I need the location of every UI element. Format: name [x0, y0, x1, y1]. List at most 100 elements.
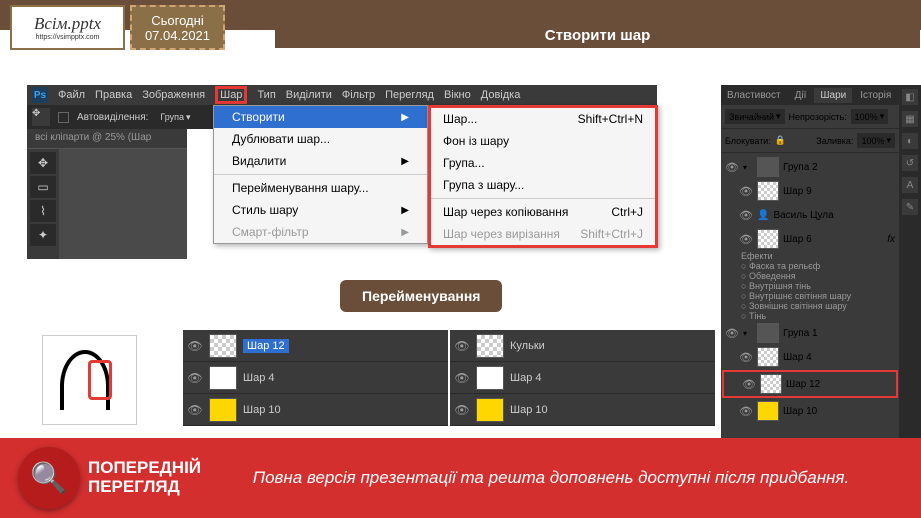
menu-create[interactable]: Створити▶: [214, 106, 427, 128]
menu-window[interactable]: Вікно: [444, 89, 471, 101]
submenu-layer[interactable]: Шар...Shift+Ctrl+N: [431, 108, 655, 130]
fx-stroke[interactable]: ○ Обведення: [721, 271, 899, 281]
layer-row[interactable]: 👁Шар 4: [721, 345, 899, 369]
layer-row-editing[interactable]: 👁 Шар 12: [183, 330, 448, 362]
annotation-illustration: [42, 335, 137, 425]
group-row[interactable]: 👁▾Група 1: [721, 321, 899, 345]
today-label: Сьогодні: [151, 13, 203, 28]
layer-row[interactable]: 👁 Шар 10: [183, 394, 448, 426]
visibility-icon[interactable]: 👁: [454, 338, 470, 354]
layers-panel-right: 👁 Кульки 👁 Шар 4 👁 Шар 10: [450, 330, 715, 426]
tab-history[interactable]: Історія: [854, 88, 897, 103]
blend-mode-dropdown[interactable]: Звичайний▾: [725, 109, 785, 124]
menu-file[interactable]: Файл: [58, 89, 85, 101]
adjust-icon[interactable]: ◐: [902, 133, 918, 149]
fx-outer-glow[interactable]: ○ Зовнішнє світіння шару: [721, 301, 899, 311]
layer-name: Кульки: [510, 340, 545, 352]
fx-drop[interactable]: ○ Тінь: [721, 311, 899, 321]
slide-title: Створити шар: [275, 24, 920, 48]
rename-badge: Перейменування: [340, 280, 502, 312]
preview-text: ПОПЕРЕДНІЙ ПЕРЕГЛЯД: [88, 459, 201, 496]
layer-name-input[interactable]: Шар 12: [243, 339, 289, 353]
layers-panel-left: 👁 Шар 12 👁 Шар 4 👁 Шар 10: [183, 330, 448, 426]
date-box: Сьогодні 07.04.2021: [130, 5, 225, 50]
submenu-group-from[interactable]: Група з шару...: [431, 174, 655, 196]
layer-thumb: [476, 334, 504, 358]
history-icon[interactable]: ↺: [902, 155, 918, 171]
tab-actions[interactable]: Дії: [789, 88, 813, 103]
blend-mode-row: Звичайний▾ Непрозорість: 100%▾: [721, 105, 899, 129]
fx-inner-glow[interactable]: ○ Внутрішнє світіння шару: [721, 291, 899, 301]
layer-row[interactable]: 👁Шар 9: [721, 179, 899, 203]
brush-icon[interactable]: ✎: [902, 199, 918, 215]
photoshop-menubar: Ps Файл Правка Зображення Шар Тип Виділи…: [27, 85, 657, 105]
tab-properties[interactable]: Властивост: [721, 88, 787, 103]
layer-name: Шар 10: [510, 404, 548, 416]
visibility-icon[interactable]: 👁: [187, 370, 203, 386]
text-icon[interactable]: A: [902, 177, 918, 193]
layer-row-highlighted[interactable]: 👁Шар 12: [722, 370, 898, 398]
layer-row[interactable]: 👁 Шар 10: [450, 394, 715, 426]
menu-view[interactable]: Перегляд: [385, 89, 434, 101]
marquee-tool[interactable]: ▭: [30, 176, 56, 198]
menu-edit[interactable]: Правка: [95, 89, 132, 101]
fill-value[interactable]: 100%▾: [857, 133, 895, 148]
folder-icon: [757, 323, 779, 343]
date-value: 07.04.2021: [145, 28, 210, 43]
move-tool[interactable]: ✥: [30, 152, 56, 174]
fx-bevel[interactable]: ○ Фаска та рельєф: [721, 261, 899, 271]
wand-tool[interactable]: ✦: [30, 224, 56, 246]
tools-panel: ✥ ▭ ⌇ ✦: [27, 149, 59, 259]
menu-filter[interactable]: Фільтр: [342, 89, 375, 101]
layer-name: Шар 4: [243, 372, 275, 384]
tab-layers[interactable]: Шари: [814, 88, 852, 103]
layer-thumb: [209, 398, 237, 422]
lock-icon[interactable]: 🔒: [775, 135, 786, 146]
layer-row[interactable]: 👁Шар 10: [721, 399, 899, 423]
menu-image[interactable]: Зображення: [142, 89, 205, 101]
submenu-copy[interactable]: Шар через копіюванняCtrl+J: [431, 201, 655, 223]
menu-style[interactable]: Стиль шару▶: [214, 199, 427, 221]
visibility-icon[interactable]: 👁: [454, 402, 470, 418]
layer-row[interactable]: 👁 Шар 4: [450, 362, 715, 394]
opacity-label: Непрозорість:: [789, 112, 847, 122]
right-panel-tabs: Властивост Дії Шари Історія: [721, 85, 899, 105]
menu-duplicate[interactable]: Дублювати шар...: [214, 128, 427, 150]
menu-rename[interactable]: Перейменування шару...: [214, 177, 427, 199]
lock-row: Блокувати: 🔒 Заливка: 100%▾: [721, 129, 899, 153]
menu-select[interactable]: Виділити: [286, 89, 332, 101]
colors-icon[interactable]: ◧: [902, 89, 918, 105]
layer-row[interactable]: 👁 Кульки: [450, 330, 715, 362]
lasso-tool[interactable]: ⌇: [30, 200, 56, 222]
submenu-group[interactable]: Група...: [431, 152, 655, 174]
layer-thumb: [209, 334, 237, 358]
group-row[interactable]: 👁▾Група 2: [721, 155, 899, 179]
menu-layer[interactable]: Шар: [215, 86, 247, 104]
effects-label: Ефекти: [721, 251, 899, 261]
visibility-icon[interactable]: 👁: [454, 370, 470, 386]
fx-inner[interactable]: ○ Внутрішня тінь: [721, 281, 899, 291]
layers-list: 👁▾Група 2 👁Шар 9 👁👤Василь Цула 👁Шар 6fx …: [721, 153, 899, 425]
document-tab[interactable]: всі кліпарти @ 25% (Шар: [27, 129, 187, 149]
menu-delete[interactable]: Видалити▶: [214, 150, 427, 172]
layer-menu-dropdown: Створити▶ Дублювати шар... Видалити▶ Пер…: [213, 105, 428, 244]
logo-text: Всім.pptx: [34, 14, 101, 34]
layer-row[interactable]: 👁 Шар 4: [183, 362, 448, 394]
menu-help[interactable]: Довідка: [481, 89, 521, 101]
preview-banner: 🔍 ПОПЕРЕДНІЙ ПЕРЕГЛЯД Повна версія презе…: [0, 438, 921, 518]
opacity-value[interactable]: 100%▾: [851, 109, 889, 124]
menu-type[interactable]: Тип: [257, 89, 275, 101]
canvas-area[interactable]: [59, 149, 187, 259]
visibility-icon[interactable]: 👁: [187, 402, 203, 418]
move-tool-icon[interactable]: ✥: [32, 108, 50, 126]
menu-smart: Смарт-фільтр▶: [214, 221, 427, 243]
magnifier-icon: 🔍: [30, 461, 67, 496]
layer-row[interactable]: 👁👤Василь Цула: [721, 203, 899, 227]
autoselect-checkbox[interactable]: [58, 112, 69, 123]
layer-row[interactable]: 👁Шар 6fx: [721, 227, 899, 251]
preview-badge: 🔍 ПОПЕРЕДНІЙ ПЕРЕГЛЯД: [18, 447, 201, 509]
visibility-icon[interactable]: 👁: [187, 338, 203, 354]
submenu-bg[interactable]: Фон із шару: [431, 130, 655, 152]
swatches-icon[interactable]: ▦: [902, 111, 918, 127]
autoselect-dropdown[interactable]: Група▾: [156, 110, 194, 125]
